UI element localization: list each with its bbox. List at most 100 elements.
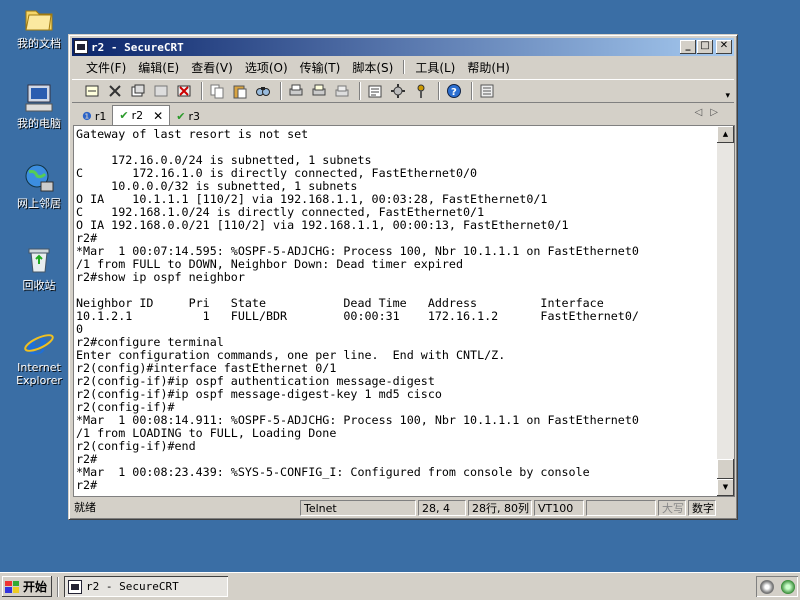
status-num-lock: 数字 [688,500,716,516]
network-globe-icon [23,162,55,194]
status-cursor-position: 28, 4 [418,500,466,516]
connect-icon[interactable] [82,82,102,100]
menu-script[interactable]: 脚本(S) [346,59,399,76]
volume-icon[interactable] [759,579,774,594]
desktop-icon-recycle-bin[interactable]: 回收站 [8,244,70,292]
terminal-output[interactable]: Gateway of last resort is not set 172.16… [76,128,716,494]
desktop-icon-my-computer[interactable]: 我的电脑 [8,82,70,130]
menu-edit[interactable]: 编辑(E) [132,59,185,76]
desktop-icon-internet-explorer[interactable]: e Internet Explorer [8,324,70,387]
reconnect-icon[interactable] [151,82,171,100]
menu-help[interactable]: 帮助(H) [461,59,515,76]
start-button[interactable]: 开始 [2,576,52,597]
terminal-line: r2(config-if)#end [76,439,196,453]
tab-r3[interactable]: ✔ r3 [170,107,206,125]
connect-tab-icon[interactable] [128,82,148,100]
desktop-icon-label: 我的电脑 [17,117,61,130]
check-icon: ✔ [119,109,129,122]
copy-icon[interactable] [207,82,227,100]
internet-explorer-icon: e [23,324,55,362]
disconnect-icon[interactable] [174,82,194,100]
status-ready: 就绪 [74,501,96,514]
desktop-icon-label: 网上邻居 [17,197,61,210]
scroll-thumb[interactable] [717,459,734,479]
taskbar-separator [57,577,59,597]
window-title: r2 - SecureCRT [91,40,184,54]
toolbar: ? ▾ [72,79,734,103]
close-tab-icon[interactable]: ✕ [153,109,163,123]
status-caps-lock: 大写 [658,500,686,516]
close-button[interactable]: ✕ [716,40,732,54]
title-bar[interactable]: r2 - SecureCRT _ □ ✕ [72,38,734,56]
print-icon[interactable] [286,82,306,100]
find-icon[interactable] [253,82,273,100]
taskbar: 开始 r2 - SecureCRT [0,572,800,600]
desktop-icon-label: 回收站 [22,279,56,292]
securecrt-app-icon [74,40,88,54]
taskbar-item-label: r2 - SecureCRT [86,580,179,593]
global-options-icon[interactable] [388,82,408,100]
session-options-icon[interactable] [365,82,385,100]
tab-r2[interactable]: ✔ r2 ✕ [112,105,171,125]
tab-scroll-arrows-icon[interactable]: ◁▷ [695,107,726,118]
svg-text:?: ? [451,87,457,98]
desktop-icon-label: Internet Explorer [16,361,62,387]
terminal-line: r2#show ip ospf neighbor [76,270,245,284]
computer-icon [23,82,55,114]
status-terminal-size: 28行, 80列 [468,500,532,516]
check-icon: ✔ [176,109,186,123]
windows-logo-icon [5,580,19,593]
maximize-button[interactable]: □ [697,40,713,54]
terminal-line: 10.1.2.1 1 FULL/BDR 00:00:31 172.16.1.2 … [76,309,639,323]
status-bar: 就绪 Telnet 28, 4 28行, 80列 VT100 大写 数字 [72,499,734,517]
terminal-line: Gateway of last resort is not set [76,128,309,141]
menu-options[interactable]: 选项(O) [239,59,294,76]
session-tab-bar: ❶ r1 ✔ r2 ✕ ✔ r3 ◁▷ [72,105,734,125]
status-protocol: Telnet [300,500,416,516]
terminal-area[interactable]: Gateway of last resort is not set 172.16… [73,125,735,497]
menu-view[interactable]: 查看(V) [185,59,239,76]
menu-transfer[interactable]: 传输(T) [294,59,347,76]
printer-setup-icon[interactable] [332,82,352,100]
folder-icon [23,2,55,34]
menu-separator [403,60,406,74]
help-icon[interactable]: ? [444,82,464,100]
toolbar-separator [438,82,440,100]
window-controls: _ □ ✕ [679,40,732,54]
tab-label: r3 [188,109,200,123]
toolbar-separator [471,82,473,100]
tab-label: r2 [131,109,144,122]
taskbar-item-securecrt[interactable]: r2 - SecureCRT [64,576,228,597]
toolbar-chevron-icon[interactable]: ▾ [725,91,730,101]
status-emulation: VT100 [534,500,584,516]
tab-label: r1 [94,109,107,123]
vertical-scrollbar[interactable]: ▲ ▼ [717,126,734,496]
securecrt-app-icon [68,579,82,594]
toolbar-separator [201,82,203,100]
status-empty [586,500,656,516]
recycle-bin-icon [23,244,55,276]
info-icon: ❶ [82,109,92,123]
terminal-line: O IA 192.168.0.0/21 [110/2] via 192.168.… [76,218,569,232]
menu-bar: 文件(F) 编辑(E) 查看(V) 选项(O) 传输(T) 脚本(S) 工具(L… [72,57,734,77]
network-status-icon[interactable] [780,579,795,594]
terminal-line: *Mar 1 00:08:23.439: %SYS-5-CONFIG_I: Co… [76,465,590,479]
desktop-icon-my-documents[interactable]: 我的文档 [8,2,70,50]
tab-r1[interactable]: ❶ r1 [76,107,112,125]
terminal-line: r2# [76,478,98,492]
quick-connect-icon[interactable] [105,82,125,100]
print-selection-icon[interactable] [309,82,329,100]
desktop-icon-network[interactable]: 网上邻居 [8,162,70,210]
scroll-down-icon[interactable]: ▼ [717,479,734,496]
menu-tools[interactable]: 工具(L) [409,59,461,76]
keymap-icon[interactable] [411,82,431,100]
toolbar-separator [359,82,361,100]
securecrt-window: r2 - SecureCRT _ □ ✕ 文件(F) 编辑(E) 查看(V) 选… [68,34,738,520]
minimize-button[interactable]: _ [680,40,696,54]
paste-icon[interactable] [230,82,250,100]
map-keys-icon[interactable] [477,82,497,100]
menu-file[interactable]: 文件(F) [80,59,132,76]
desktop-icon-label: 我的文档 [17,37,61,50]
start-label: 开始 [23,580,48,594]
scroll-up-icon[interactable]: ▲ [717,126,734,143]
